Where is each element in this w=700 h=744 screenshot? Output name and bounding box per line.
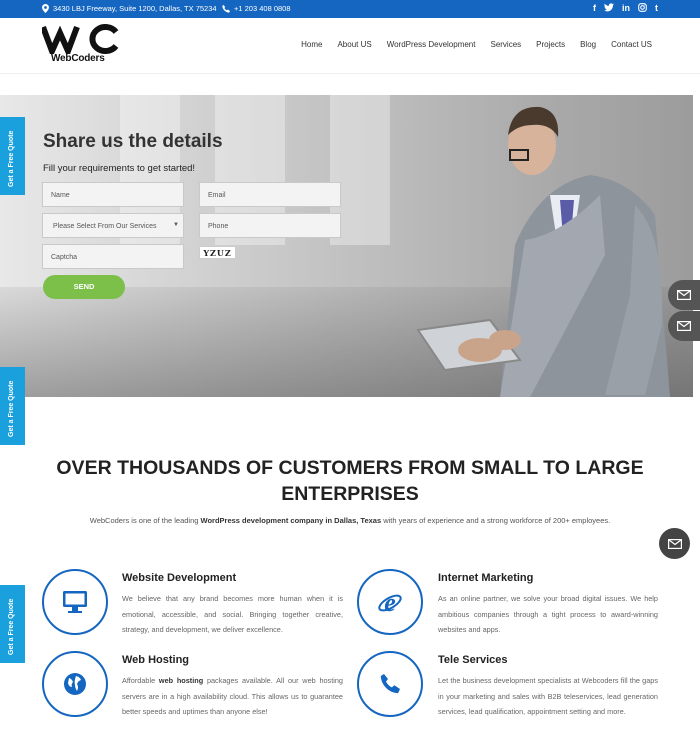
side-tab-label: Get a Free Quote: [8, 130, 15, 187]
website-development-title: Website Development: [122, 572, 237, 584]
address: 3430 LBJ Freeway, Suite 1200, Dallas, TX…: [42, 4, 217, 13]
web-hosting-title: Web Hosting: [122, 654, 190, 666]
phone-input[interactable]: Phone: [199, 213, 341, 238]
tumblr-icon[interactable]: t: [655, 3, 658, 13]
mail-icon: [677, 321, 691, 331]
mail-floating-button[interactable]: [659, 528, 690, 559]
tele-services-icon-circle: [357, 651, 423, 717]
website-development-text: We believe that any brand becomes more h…: [122, 594, 343, 634]
mail-icon: [677, 290, 691, 300]
facebook-icon[interactable]: f: [593, 3, 596, 13]
internet-marketing-icon-circle: e: [357, 569, 423, 635]
nav-contact-us[interactable]: Contact US: [611, 40, 652, 49]
svg-text:e: e: [384, 589, 396, 615]
main-nav: Home About US WordPress Development Serv…: [301, 40, 652, 49]
location-pin-icon: [42, 4, 49, 13]
nav-wordpress-development[interactable]: WordPress Development: [387, 40, 476, 49]
nav-home[interactable]: Home: [301, 40, 322, 49]
address-text: 3430 LBJ Freeway, Suite 1200, Dallas, TX…: [53, 4, 217, 13]
section-headline: OVER THOUSANDS OF CUSTOMERS FROM SMALL T…: [56, 457, 644, 505]
monitor-icon: [63, 591, 87, 613]
globe-icon: [64, 673, 86, 695]
mail-icon: [667, 538, 682, 549]
phone[interactable]: +1 203 408 0808: [222, 4, 291, 13]
internet-marketing-title: Internet Marketing: [438, 572, 534, 584]
intro-bold[interactable]: WordPress development company in Dallas,…: [201, 516, 382, 525]
email-input[interactable]: Email: [199, 182, 341, 207]
webcoders-logo[interactable]: WebCoders: [40, 24, 122, 66]
logo-mark: [40, 24, 121, 59]
top-contact-bar: 3430 LBJ Freeway, Suite 1200, Dallas, TX…: [0, 0, 700, 18]
nav-blog[interactable]: Blog: [580, 40, 596, 49]
mail-button[interactable]: [668, 280, 700, 310]
hero-banner: Share us the details Fill your requireme…: [0, 95, 693, 397]
web-hosting-link[interactable]: web hosting: [159, 676, 203, 685]
side-tab-label: Get a Free Quote: [8, 598, 15, 655]
intro-post: with years of experience and a strong wo…: [381, 516, 611, 525]
internet-marketing-text: As an online partner, we solve your broa…: [438, 594, 658, 634]
hero-title: Share us the details: [43, 131, 223, 152]
logo-text: WebCoders: [51, 53, 105, 64]
get-free-quote-tab[interactable]: Get a Free Quote: [0, 367, 25, 445]
site-header: WebCoders Home About US WordPress Develo…: [0, 18, 700, 74]
nav-projects[interactable]: Projects: [536, 40, 565, 49]
website-development-icon-circle: [42, 569, 108, 635]
mail-button[interactable]: [668, 311, 700, 341]
internet-explorer-icon: e: [378, 589, 402, 615]
get-free-quote-tab[interactable]: Get a Free Quote: [0, 117, 25, 195]
instagram-icon[interactable]: [638, 3, 647, 12]
nav-services[interactable]: Services: [490, 40, 521, 49]
tele-services-title: Tele Services: [438, 654, 508, 666]
web-hosting-pre: Affordable: [122, 676, 159, 685]
tele-services-text: Let the business development specialists…: [438, 676, 658, 716]
captcha-input[interactable]: Captcha: [42, 244, 184, 269]
nav-about-us[interactable]: About US: [337, 40, 371, 49]
web-hosting-icon-circle: [42, 651, 108, 717]
phone-text[interactable]: +1 203 408 0808: [234, 4, 291, 13]
captcha-image: YZUZ: [199, 246, 236, 259]
get-free-quote-tab[interactable]: Get a Free Quote: [0, 585, 25, 663]
service-select[interactable]: Please Select From Our Services ▼: [42, 213, 184, 238]
service-select-value: Please Select From Our Services: [53, 223, 157, 230]
linkedin-icon[interactable]: in: [622, 3, 630, 13]
side-tab-label: Get a Free Quote: [8, 380, 15, 437]
intro-text: WebCoders is one of the leading WordPres…: [20, 516, 680, 525]
social-links: f in t: [593, 3, 658, 13]
twitter-icon[interactable]: [604, 3, 614, 12]
name-input[interactable]: Name: [42, 182, 184, 207]
businessman-photo: [416, 106, 670, 397]
send-button[interactable]: SEND: [43, 275, 125, 299]
web-hosting-text: Affordable web hosting packages availabl…: [122, 673, 343, 720]
hero-subtitle: Fill your requirements to get started!: [43, 163, 196, 174]
intro-pre: WebCoders is one of the leading: [89, 516, 201, 525]
phone-icon: [222, 4, 230, 13]
phone-icon: [380, 674, 400, 694]
chevron-down-icon: ▼: [173, 222, 179, 228]
